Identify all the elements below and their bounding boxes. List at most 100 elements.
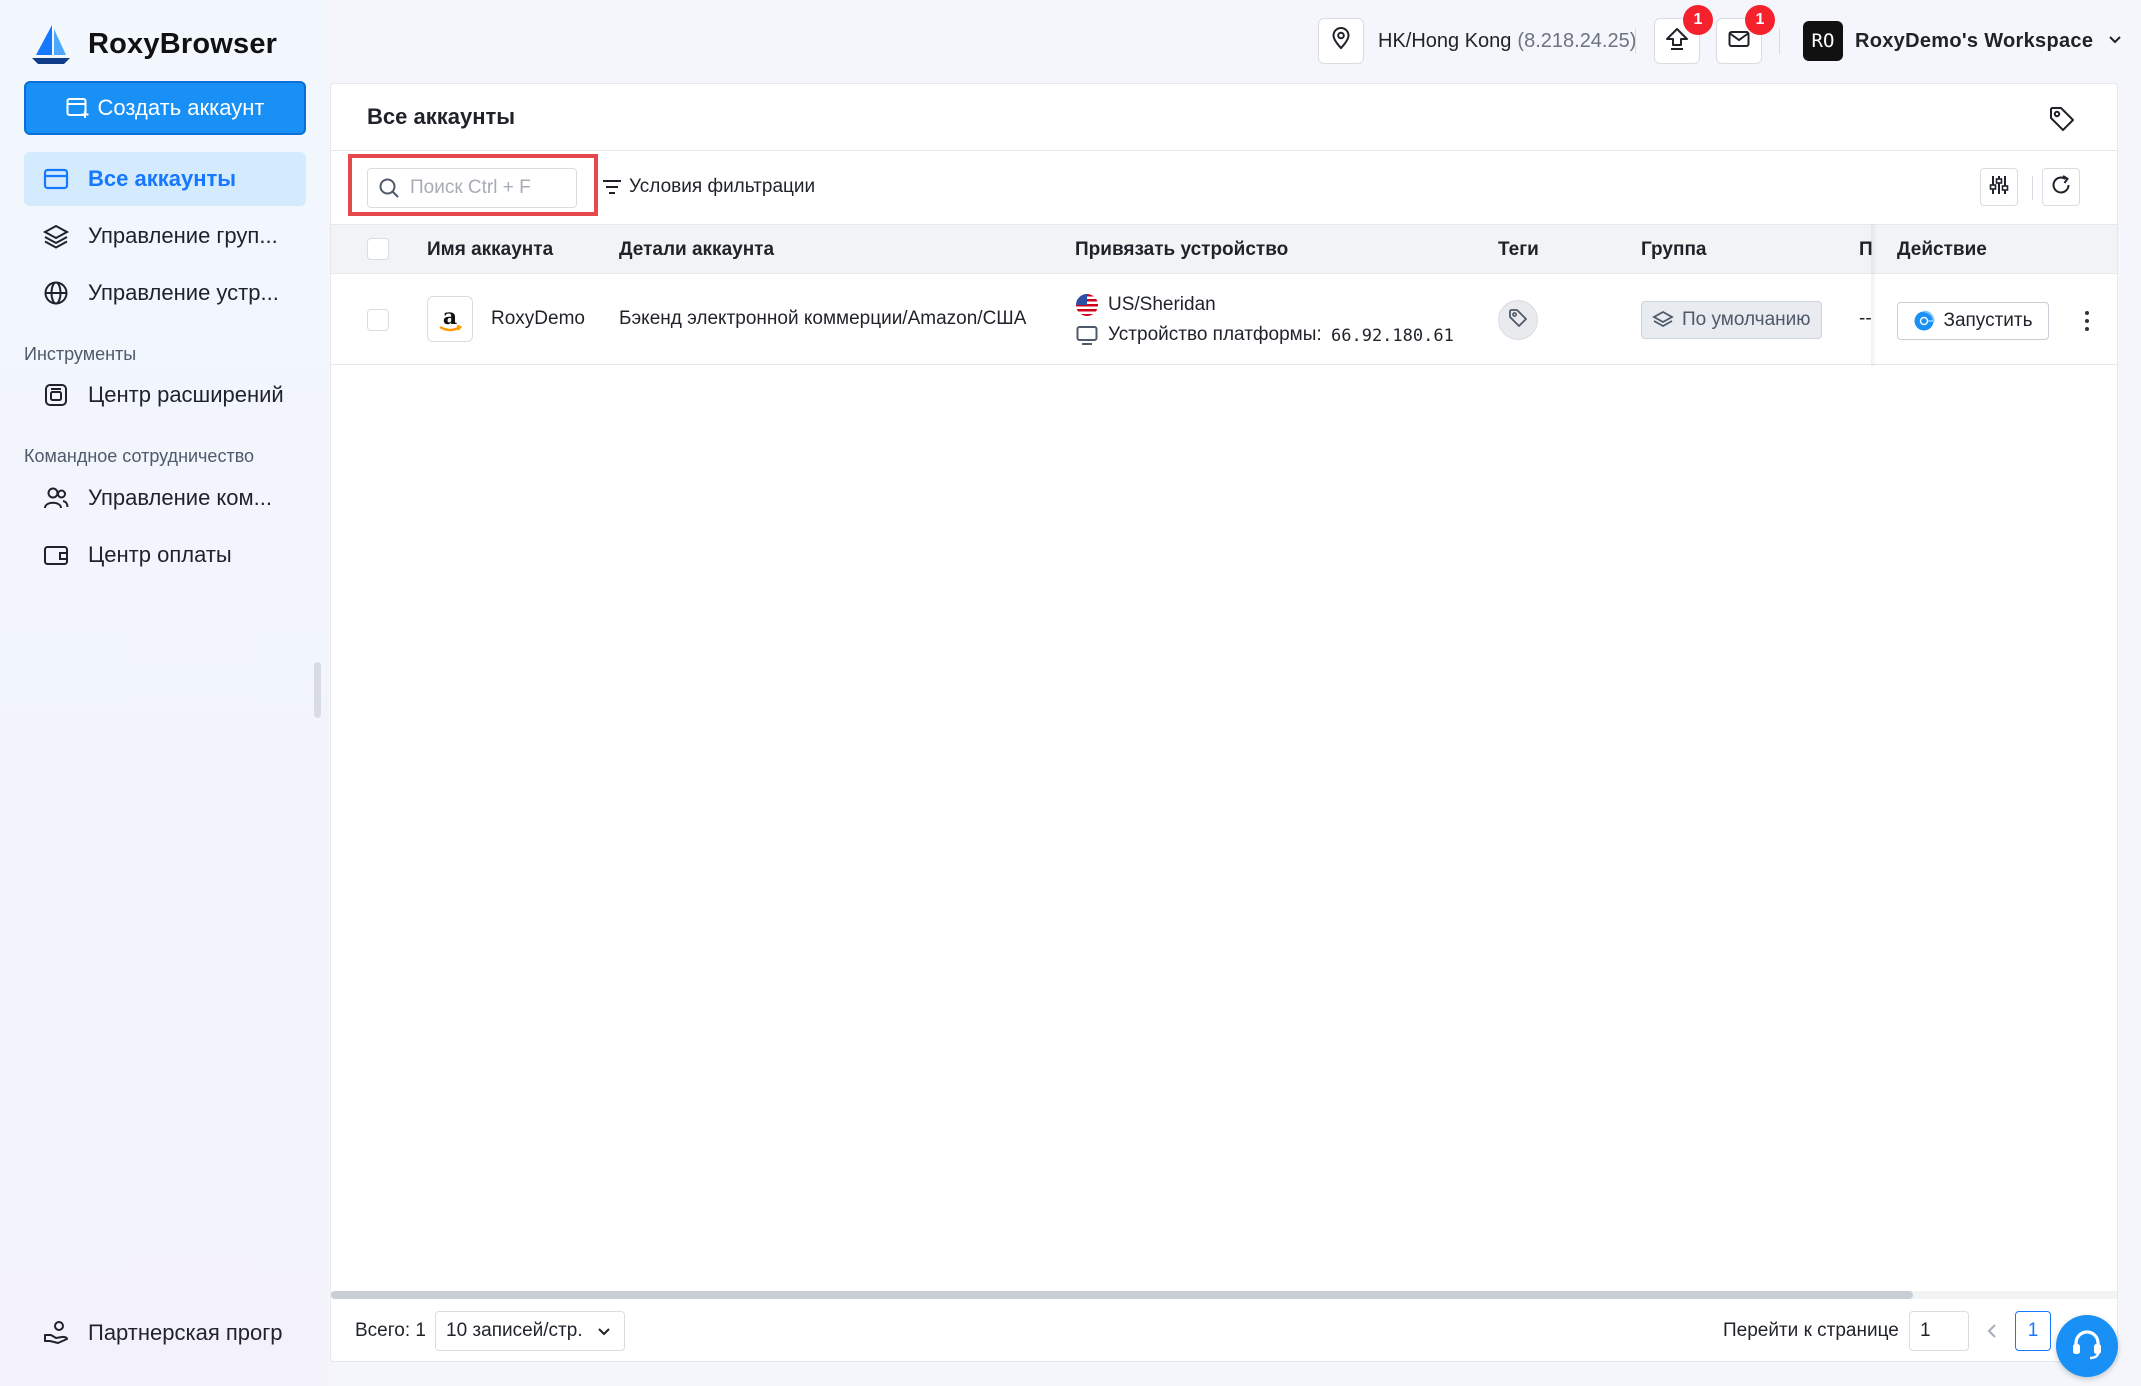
page-size-select[interactable]: 10 записей/стр. bbox=[435, 1311, 625, 1351]
add-window-icon bbox=[66, 97, 90, 119]
chevron-down-icon bbox=[2107, 30, 2123, 53]
create-account-button[interactable]: Создать аккаунт bbox=[24, 81, 306, 135]
location-button[interactable] bbox=[1318, 18, 1364, 64]
proxy-location[interactable]: HK/Hong Kong (8.218.24.25) bbox=[1318, 18, 1636, 64]
sailboat-logo-icon bbox=[28, 21, 74, 67]
sliders-icon bbox=[1988, 174, 2010, 201]
goto-page-value: 1 bbox=[1920, 1320, 1931, 1341]
mail-button[interactable]: 1 bbox=[1716, 5, 1775, 64]
location-ip: (8.218.24.25) bbox=[1517, 29, 1637, 52]
users-icon bbox=[42, 484, 70, 512]
svg-text:a: a bbox=[443, 304, 457, 330]
main-panel: Все аккаунты Поиск Ctrl + F Условия филь… bbox=[330, 83, 2118, 1362]
create-account-label: Создать аккаунт bbox=[97, 95, 265, 120]
avatar: RO bbox=[1803, 21, 1843, 61]
col-action: Действие bbox=[1897, 239, 1987, 260]
col-bind-device[interactable]: Привязать устройство bbox=[1075, 239, 1288, 261]
mail-badge: 1 bbox=[1745, 5, 1775, 35]
table-row[interactable]: a RoxyDemo Бэкенд электронной коммерции/… bbox=[331, 275, 2117, 365]
launch-button[interactable]: Запустить bbox=[1897, 302, 2049, 340]
workspace-switcher[interactable]: RO RoxyDemo's Workspace bbox=[1803, 20, 2123, 62]
us-flag-icon bbox=[1075, 293, 1099, 323]
add-tag-button[interactable] bbox=[1498, 300, 1538, 340]
col-account-details[interactable]: Детали аккаунта bbox=[619, 239, 774, 261]
refresh-button[interactable] bbox=[2042, 168, 2080, 206]
extension-icon bbox=[42, 381, 70, 409]
launch-label: Запустить bbox=[1943, 310, 2033, 331]
p-value: -- bbox=[1859, 308, 1872, 329]
page-number-button[interactable]: 1 bbox=[2015, 1311, 2051, 1351]
pagination-bar: Всего: 1 10 записей/стр. Перейти к стран… bbox=[331, 1302, 2117, 1362]
more-options-icon[interactable] bbox=[2077, 304, 2097, 338]
page-size-value: 10 записей/стр. bbox=[446, 1320, 583, 1341]
sidebar-item-label: Центр расширений bbox=[88, 382, 284, 407]
globe-icon bbox=[42, 279, 70, 307]
group-label: По умолчанию bbox=[1682, 309, 1811, 330]
account-details: Бэкенд электронной коммерции/Amazon/США bbox=[619, 308, 1027, 329]
handshake-icon bbox=[42, 1319, 70, 1347]
sidebar-item-team-management[interactable]: Управление ком... bbox=[24, 471, 306, 525]
sidebar-item-group-management[interactable]: Управление груп... bbox=[24, 209, 306, 263]
workspace-name: RoxyDemo's Workspace bbox=[1855, 29, 2094, 52]
total-count: Всего: 1 bbox=[355, 1320, 426, 1341]
tag-manager-icon[interactable] bbox=[2047, 104, 2077, 134]
sidebar-item-payment-center[interactable]: Центр оплаты bbox=[24, 528, 306, 582]
app-logo[interactable]: RoxyBrowser bbox=[28, 16, 277, 72]
search-placeholder: Поиск Ctrl + F bbox=[410, 177, 531, 198]
sidebar-item-label: Управление ком... bbox=[88, 485, 272, 510]
upload-badge: 1 bbox=[1683, 5, 1713, 35]
sidebar-item-label: Управление устр... bbox=[88, 280, 279, 305]
location-label: HK/Hong Kong bbox=[1378, 29, 1512, 52]
platform-label: Устройство платформы: bbox=[1108, 324, 1322, 345]
filter-conditions-button[interactable]: Условия фильтрации bbox=[601, 176, 815, 198]
sidebar-item-device-management[interactable]: Управление устр... bbox=[24, 266, 306, 320]
device-location: US/Sheridan bbox=[1108, 294, 1216, 315]
sidebar-item-label: Партнерская прогр bbox=[88, 1320, 283, 1345]
horizontal-scrollbar[interactable] bbox=[331, 1291, 2117, 1299]
team-section-title: Командное сотрудничество bbox=[24, 446, 255, 466]
account-name: RoxyDemo bbox=[491, 308, 585, 329]
chevron-left-icon[interactable] bbox=[1981, 1320, 2003, 1342]
page-title: Все аккаунты bbox=[367, 104, 516, 129]
divider bbox=[2032, 176, 2033, 200]
sidebar-item-extensions[interactable]: Центр расширений bbox=[24, 368, 306, 422]
sidebar-item-label: Центр оплаты bbox=[88, 542, 232, 567]
map-pin-icon bbox=[1329, 26, 1353, 56]
refresh-icon bbox=[2050, 174, 2072, 201]
sidebar-scrollbar[interactable] bbox=[314, 662, 321, 718]
column-settings-button[interactable] bbox=[1980, 168, 2018, 206]
col-account-name[interactable]: Имя аккаунта bbox=[427, 239, 553, 261]
divider bbox=[1779, 28, 1780, 54]
customer-support-button[interactable] bbox=[2056, 1315, 2118, 1377]
goto-label: Перейти к странице bbox=[1723, 1320, 1899, 1341]
sidebar-item-all-accounts[interactable]: Все аккаунты bbox=[24, 152, 306, 206]
chevron-down-icon bbox=[596, 1323, 612, 1339]
divider bbox=[1635, 28, 1636, 54]
divider bbox=[331, 150, 2117, 151]
filter-icon bbox=[601, 176, 623, 198]
layers-icon bbox=[1652, 309, 1674, 331]
select-all-checkbox[interactable] bbox=[367, 238, 389, 260]
col-group[interactable]: Группа bbox=[1641, 239, 1707, 261]
row-checkbox[interactable] bbox=[367, 309, 389, 331]
sidebar-item-partner-program[interactable]: Партнерская прогр bbox=[24, 1306, 306, 1360]
amazon-logo-icon: a bbox=[427, 296, 473, 342]
col-tags[interactable]: Теги bbox=[1498, 239, 1539, 261]
app-name: RoxyBrowser bbox=[88, 27, 278, 60]
mail-icon bbox=[1727, 27, 1751, 56]
platform-ip: 66.92.180.61 bbox=[1331, 326, 1454, 346]
sidebar-item-label: Управление груп... bbox=[88, 223, 278, 248]
goto-page-input[interactable]: 1 bbox=[1909, 1311, 1969, 1351]
fixed-column-shadow bbox=[1871, 224, 1877, 366]
browser-icon bbox=[1913, 310, 1935, 332]
window-icon bbox=[42, 165, 70, 193]
headset-icon bbox=[2068, 1325, 2106, 1368]
group-chip: По умолчанию bbox=[1641, 301, 1822, 339]
upload-button[interactable]: 1 bbox=[1654, 5, 1713, 64]
search-input[interactable]: Поиск Ctrl + F bbox=[367, 168, 577, 208]
tools-section-title: Инструменты bbox=[24, 344, 137, 364]
table-header: Имя аккаунта Детали аккаунта Привязать у… bbox=[331, 224, 2117, 274]
layers-icon bbox=[42, 222, 70, 250]
sidebar: RoxyBrowser Создать аккаунт Все аккаунты… bbox=[0, 0, 328, 1386]
horizontal-scrollbar-thumb[interactable] bbox=[331, 1291, 1913, 1299]
